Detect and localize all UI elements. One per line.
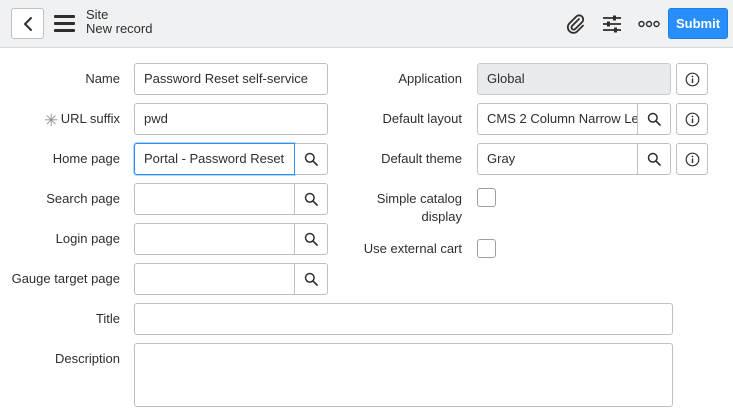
default-theme-lookup-button[interactable] [638, 143, 671, 175]
description-label: Description [54, 351, 120, 366]
form-header: Site New record Submit [0, 0, 733, 48]
use-external-cart-label: Use external cart [363, 241, 462, 256]
info-icon [685, 112, 699, 126]
home-page-lookup-button[interactable] [295, 143, 328, 175]
login-page-label: Login page [55, 231, 120, 246]
gauge-target-page-label: Gauge target page [11, 271, 120, 286]
search-icon [647, 112, 661, 126]
search-icon [647, 152, 661, 166]
home-page-label: Home page [52, 151, 120, 166]
default-layout-info-button[interactable] [676, 103, 708, 135]
simple-catalog-display-label-line2: display [421, 209, 462, 224]
login-page-lookup-button[interactable] [295, 223, 328, 255]
sliders-icon [603, 15, 621, 33]
default-theme-label: Default theme [381, 151, 462, 166]
title-field[interactable] [134, 303, 673, 335]
submit-button[interactable]: Submit [668, 8, 728, 39]
default-theme-field[interactable]: Gray [477, 143, 638, 175]
name-field[interactable]: Password Reset self-service [134, 63, 328, 95]
more-options-icon [638, 20, 660, 28]
simple-catalog-display-label: Simple catalog display [352, 191, 462, 225]
use-external-cart-checkbox[interactable] [477, 239, 496, 258]
search-icon [304, 272, 318, 286]
application-label: Application [398, 71, 462, 86]
default-layout-label: Default layout [382, 111, 463, 126]
attachment-button[interactable] [563, 12, 587, 36]
search-icon [304, 152, 318, 166]
more-options-button[interactable] [637, 12, 661, 36]
default-layout-field[interactable]: CMS 2 Column Narrow Left [477, 103, 638, 135]
paperclip-icon [566, 14, 585, 34]
search-page-label: Search page [46, 191, 120, 206]
name-label: Name [85, 71, 120, 86]
default-layout-lookup-button[interactable] [638, 103, 671, 135]
application-field: Global [477, 63, 671, 95]
search-icon [304, 232, 318, 246]
title-label: Title [95, 311, 120, 326]
description-field[interactable] [134, 343, 673, 407]
record-subtitle: New record [86, 21, 153, 36]
simple-catalog-display-checkbox[interactable] [477, 188, 496, 207]
gauge-target-page-field[interactable] [134, 263, 295, 295]
record-table-name: Site [86, 7, 109, 22]
search-icon [304, 192, 318, 206]
info-icon [685, 72, 699, 86]
url-suffix-label: URL suffix [60, 111, 120, 126]
application-info-button[interactable] [676, 63, 708, 95]
hamburger-menu-icon[interactable] [54, 15, 75, 32]
gauge-target-page-lookup-button[interactable] [295, 263, 328, 295]
search-page-field[interactable] [134, 183, 295, 215]
simple-catalog-display-label-line1: Simple catalog [376, 191, 462, 206]
home-page-field[interactable]: Portal - Password Reset [134, 143, 295, 175]
login-page-field[interactable] [134, 223, 295, 255]
record-title-block: Site New record [86, 8, 152, 36]
chevron-left-icon [23, 16, 32, 31]
back-button[interactable] [11, 8, 44, 39]
default-theme-info-button[interactable] [676, 143, 708, 175]
url-suffix-field[interactable]: pwd [134, 103, 328, 135]
search-page-lookup-button[interactable] [295, 183, 328, 215]
personalize-form-button[interactable] [600, 12, 624, 36]
info-icon [685, 152, 699, 166]
